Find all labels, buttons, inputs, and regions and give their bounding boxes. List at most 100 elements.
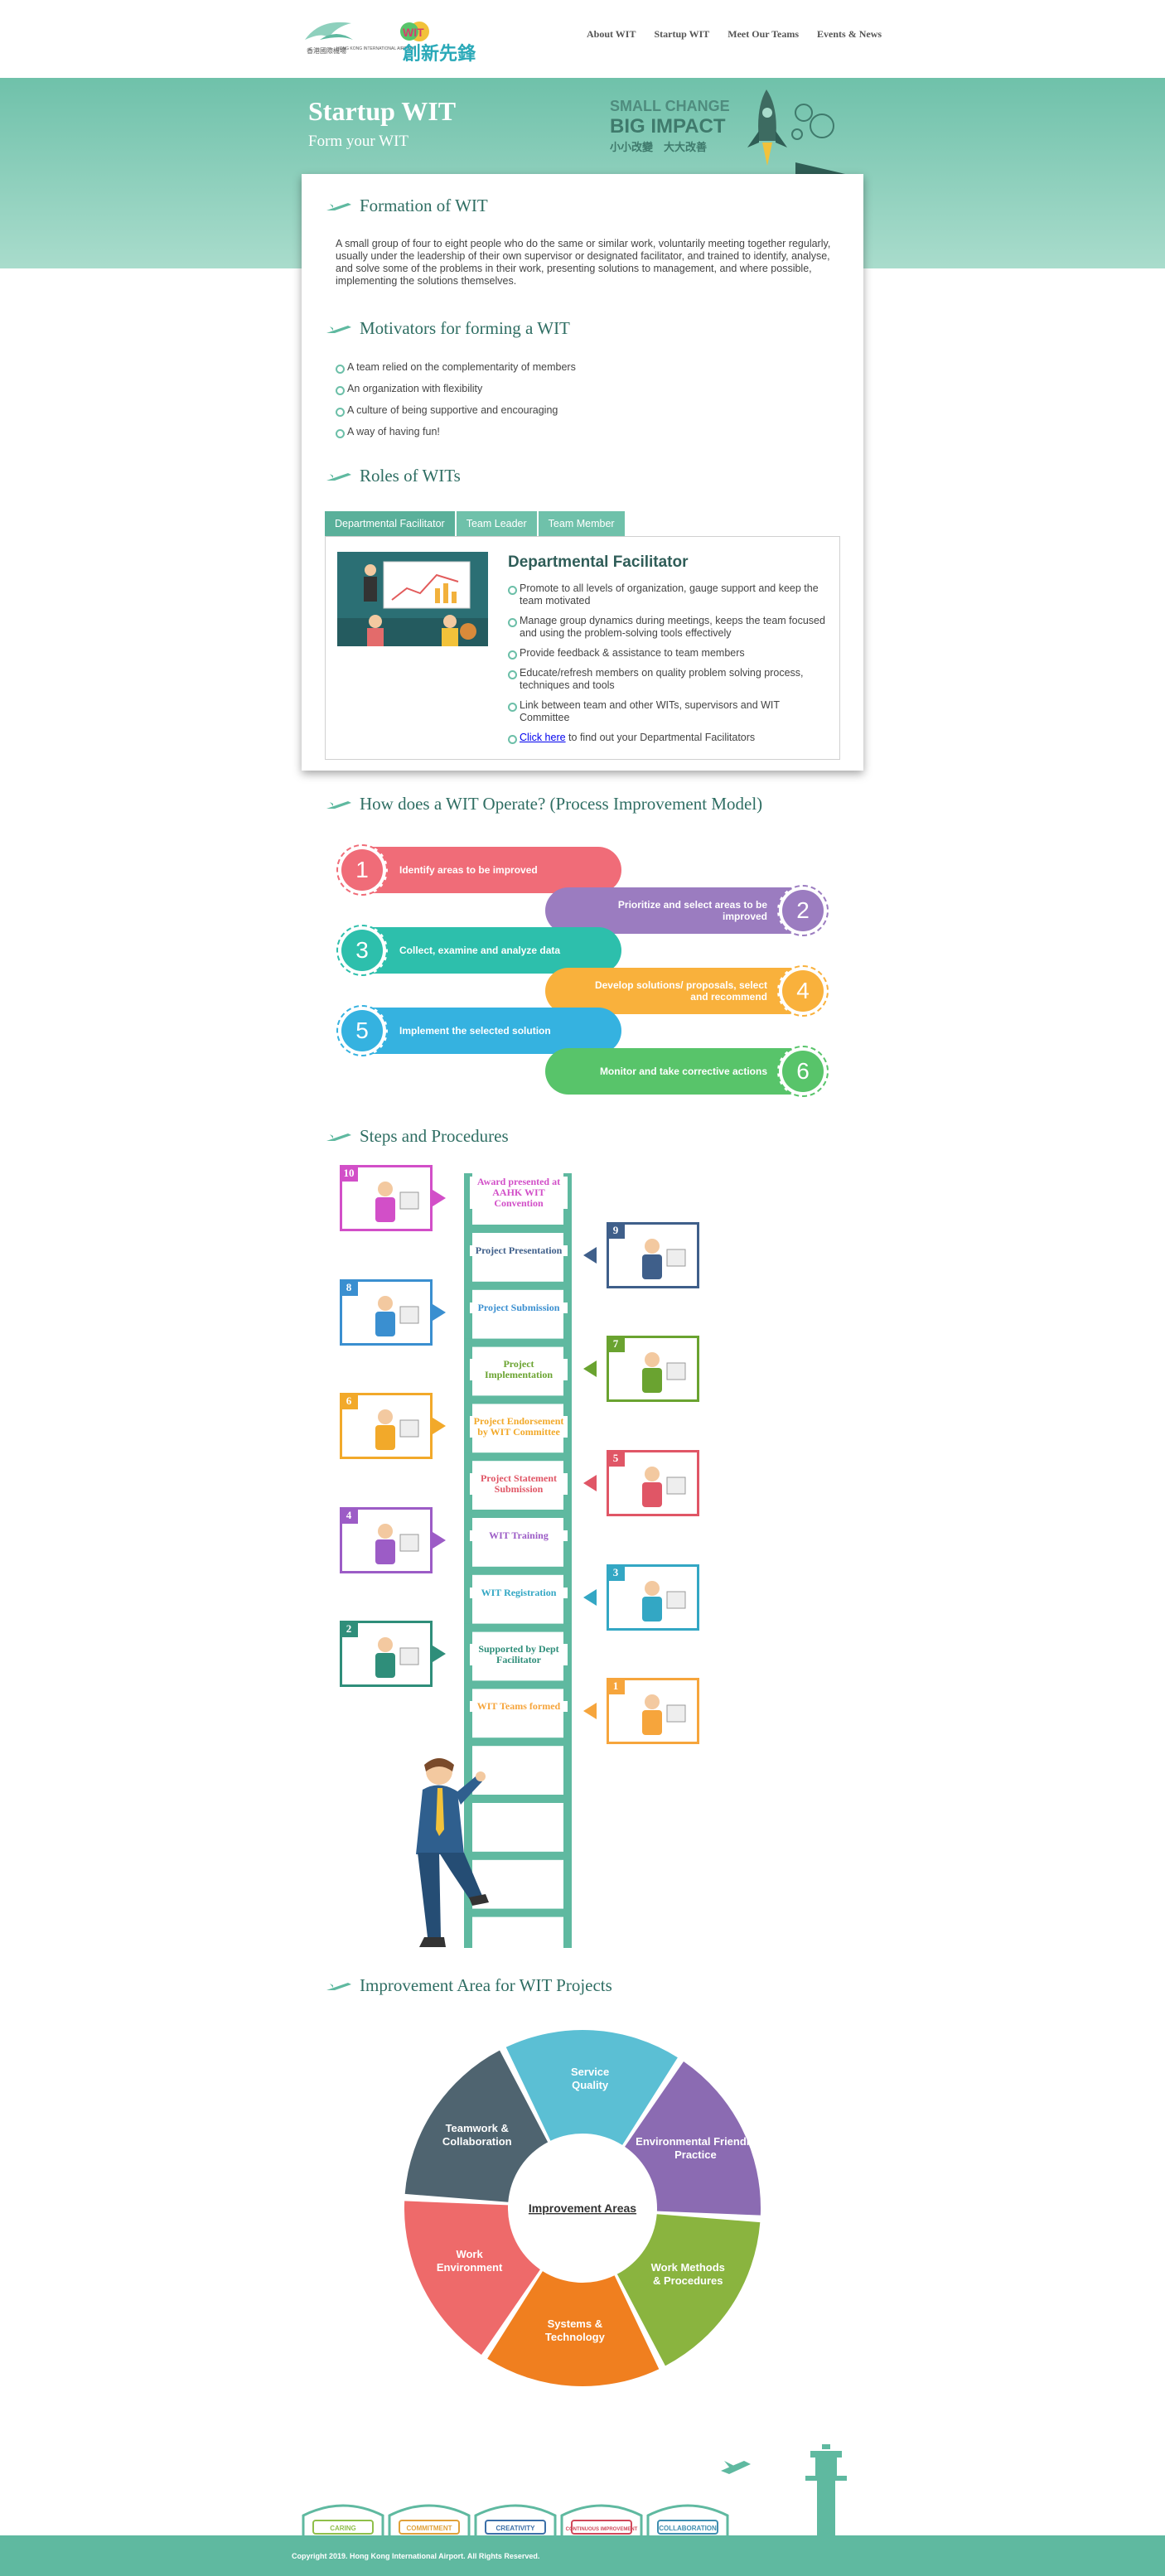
- arrow-right-icon: [433, 1303, 446, 1321]
- step-illustration-box: 3: [607, 1563, 699, 1631]
- person-icon: [642, 1467, 686, 1507]
- list-item: A way of having fun!: [336, 426, 833, 438]
- step-illustration-box: 10: [340, 1165, 433, 1231]
- tab-departmental-facilitator[interactable]: Departmental Facilitator: [325, 511, 455, 536]
- svg-text:SMALL CHANGE: SMALL CHANGE: [610, 98, 730, 114]
- plane-icon: [326, 472, 351, 481]
- facilitator-title: Departmental Facilitator: [508, 553, 689, 571]
- process-step-number: 6: [777, 1045, 829, 1097]
- process-step-number: 3: [336, 925, 388, 976]
- facilitator-illustration: [337, 552, 488, 646]
- plane-icon: [326, 1982, 351, 1990]
- process-step-label: Prioritize and select areas to be improv…: [617, 898, 767, 922]
- ladder-rung: [464, 1225, 572, 1233]
- nav-events-news[interactable]: Events & News: [817, 28, 882, 41]
- climbing-man-icon: [416, 1758, 489, 1947]
- roles-tabs: Departmental Facilitator Team Leader Tea…: [325, 511, 626, 536]
- copyright-text: Copyright 2019. Hong Kong International …: [292, 2552, 540, 2560]
- tab-team-leader[interactable]: Team Leader: [456, 511, 537, 536]
- process-step-label: Develop solutions/ proposals, select and…: [594, 979, 767, 1003]
- arrow-left-icon: [583, 1588, 597, 1606]
- process-step-number: 2: [777, 884, 829, 936]
- plane-icon: [326, 1133, 351, 1141]
- ladder-rung: [464, 1737, 572, 1747]
- wit-logo-en: WIT: [403, 26, 424, 39]
- site-header: 香港國際機場 HONG KONG INTERNATIONAL AIRPORT W…: [0, 0, 1165, 78]
- ladder-rung: [464, 1510, 572, 1518]
- footer-illustration: CARING COMMITMENT CREATIVITY CONTINUOUS IMP…: [302, 2444, 847, 2537]
- person-icon: [375, 1409, 419, 1451]
- arrow-left-icon: [583, 1246, 597, 1264]
- roles-heading: Roles of WITs: [360, 466, 461, 486]
- person-icon: [375, 1637, 419, 1679]
- ladder-rung: [464, 1566, 572, 1575]
- person-icon: [375, 1295, 419, 1336]
- steps-title: Steps and Procedures: [326, 1126, 509, 1147]
- wit-logo-zh: 創新先鋒: [403, 43, 476, 65]
- link-suffix: to find out your Departmental Facilitato…: [565, 732, 756, 743]
- ladder-rung: [464, 1623, 572, 1632]
- list-item: A culture of being supportive and encour…: [336, 404, 833, 417]
- footer-banner-label: COLLABORATION: [659, 2525, 717, 2532]
- arrow-right-icon: [433, 1190, 446, 1206]
- footer-banner-label: COMMITMENT: [406, 2525, 452, 2532]
- improvement-segment-label: Systems & Technology: [545, 2317, 606, 2343]
- tab-team-member[interactable]: Team Member: [538, 511, 625, 536]
- improvement-segment-label: Work Methods & Procedures: [651, 2261, 725, 2287]
- formation-heading: Formation of WIT: [360, 196, 488, 215]
- process-step-number: 1: [336, 844, 388, 896]
- ladder-step-label: WIT Registration: [470, 1587, 568, 1598]
- list-item: Link between team and other WITs, superv…: [508, 699, 831, 724]
- ladder-step-label: Project Presentation: [470, 1245, 568, 1256]
- wheel-center-label: Improvement Areas: [529, 2201, 636, 2215]
- nav-about-wit[interactable]: About WIT: [587, 28, 636, 41]
- hkia-logo-icon: 香港國際機場 HONG KONG INTERNATIONAL AIRPORT W…: [305, 22, 476, 65]
- ladder-step-label: Project Endorsement by WIT Committee: [470, 1416, 568, 1438]
- nav-meet-our-teams[interactable]: Meet Our Teams: [728, 28, 799, 41]
- site-logo[interactable]: 香港國際機場 HONG KONG INTERNATIONAL AIRPORT W…: [303, 15, 494, 66]
- slogan-badge: SMALL CHANGE BIG IMPACT 小小改變 大大改善: [605, 83, 862, 174]
- arrow-left-icon: [583, 1475, 597, 1491]
- footer-banner-label: CARING: [330, 2525, 356, 2532]
- process-step-number: 4: [777, 964, 829, 1017]
- step-illustration-box: 9: [607, 1221, 699, 1288]
- plane-icon: [326, 800, 351, 809]
- facilitators-link[interactable]: Click here: [520, 732, 566, 743]
- improvement-title: Improvement Area for WIT Projects: [326, 1975, 612, 1996]
- ladder-step-label: Project Statement Submission: [470, 1473, 568, 1495]
- process-title: How does a WIT Operate? (Process Improve…: [326, 794, 762, 814]
- ladder-step-label: Project Implementation: [470, 1359, 568, 1381]
- person-icon: [642, 1352, 686, 1394]
- person-icon: [642, 1580, 686, 1621]
- footer-banner-label: CREATIVITY: [496, 2525, 536, 2532]
- nav-startup-wit[interactable]: Startup WIT: [654, 28, 709, 41]
- person-icon: [375, 1523, 419, 1564]
- ladder-rung: [464, 1338, 572, 1347]
- arrow-right-icon: [433, 1531, 446, 1549]
- ladder-step-label: Award presented at AAHK WIT Convention: [470, 1177, 568, 1209]
- improvement-heading: Improvement Area for WIT Projects: [360, 1975, 612, 1995]
- ladder-step-label: WIT Teams formed: [470, 1701, 568, 1713]
- ladder-rung: [464, 1452, 572, 1462]
- rocket-icon: SMALL CHANGE BIG IMPACT 小小改變 大大改善: [610, 89, 845, 174]
- improvement-segment-label: Teamwork & Collaboration: [442, 2122, 512, 2148]
- airplane-icon: [721, 2461, 751, 2474]
- list-item: Promote to all levels of organization, g…: [508, 582, 831, 607]
- svg-text:小小改變 大大改善: 小小改變 大大改善: [610, 141, 707, 154]
- page-subtitle: Form your WIT: [308, 133, 409, 150]
- ladder-step-label: Project Submission: [470, 1302, 568, 1313]
- motivators-title: Motivators for forming a WIT: [326, 318, 570, 339]
- step-illustration-box: 7: [607, 1336, 699, 1403]
- list-item: Educate/refresh members on quality probl…: [508, 667, 831, 692]
- arrow-right-icon: [433, 1646, 446, 1663]
- step-illustration-box: 2: [340, 1621, 433, 1688]
- ladder-rung: [464, 1395, 572, 1404]
- control-tower-icon: [805, 2444, 847, 2537]
- process-step-number: 5: [336, 1005, 388, 1056]
- svg-text:BIG IMPACT: BIG IMPACT: [610, 115, 726, 138]
- ladder-step-label: Supported by Dept Facilitator: [470, 1644, 568, 1666]
- step-illustration-box: 6: [340, 1393, 433, 1460]
- motivators-list: A team relied on the complementarity of …: [336, 361, 833, 447]
- roles-title: Roles of WITs: [326, 466, 461, 486]
- steps-heading: Steps and Procedures: [360, 1126, 509, 1146]
